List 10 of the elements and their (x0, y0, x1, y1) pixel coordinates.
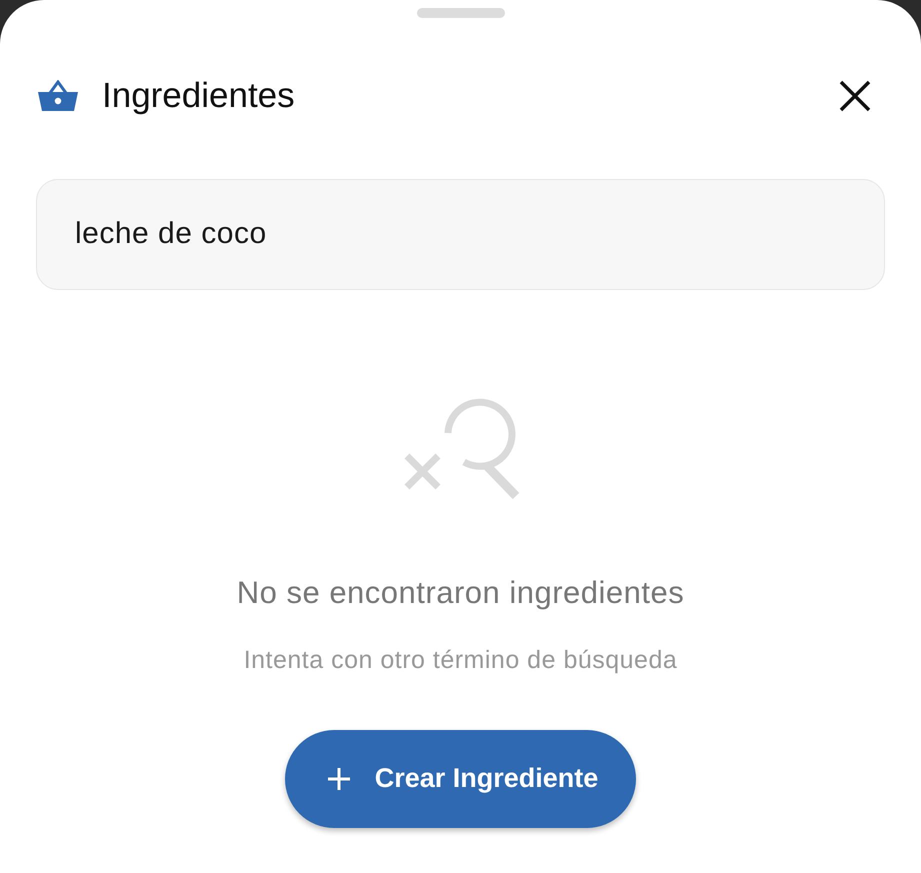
sheet-title: Ingredientes (102, 75, 295, 117)
empty-hint: Intenta con otro término de búsqueda (244, 645, 678, 676)
create-ingredient-button[interactable]: Crear Ingrediente (284, 730, 636, 828)
plus-icon (326, 766, 351, 790)
no-results-icon (402, 398, 520, 502)
basket-icon (38, 80, 78, 112)
close-icon[interactable] (839, 80, 871, 112)
search-field[interactable]: leche de coco (36, 178, 885, 290)
drag-handle[interactable] (416, 8, 504, 18)
empty-message: No se encontraron ingredientes (236, 574, 684, 612)
